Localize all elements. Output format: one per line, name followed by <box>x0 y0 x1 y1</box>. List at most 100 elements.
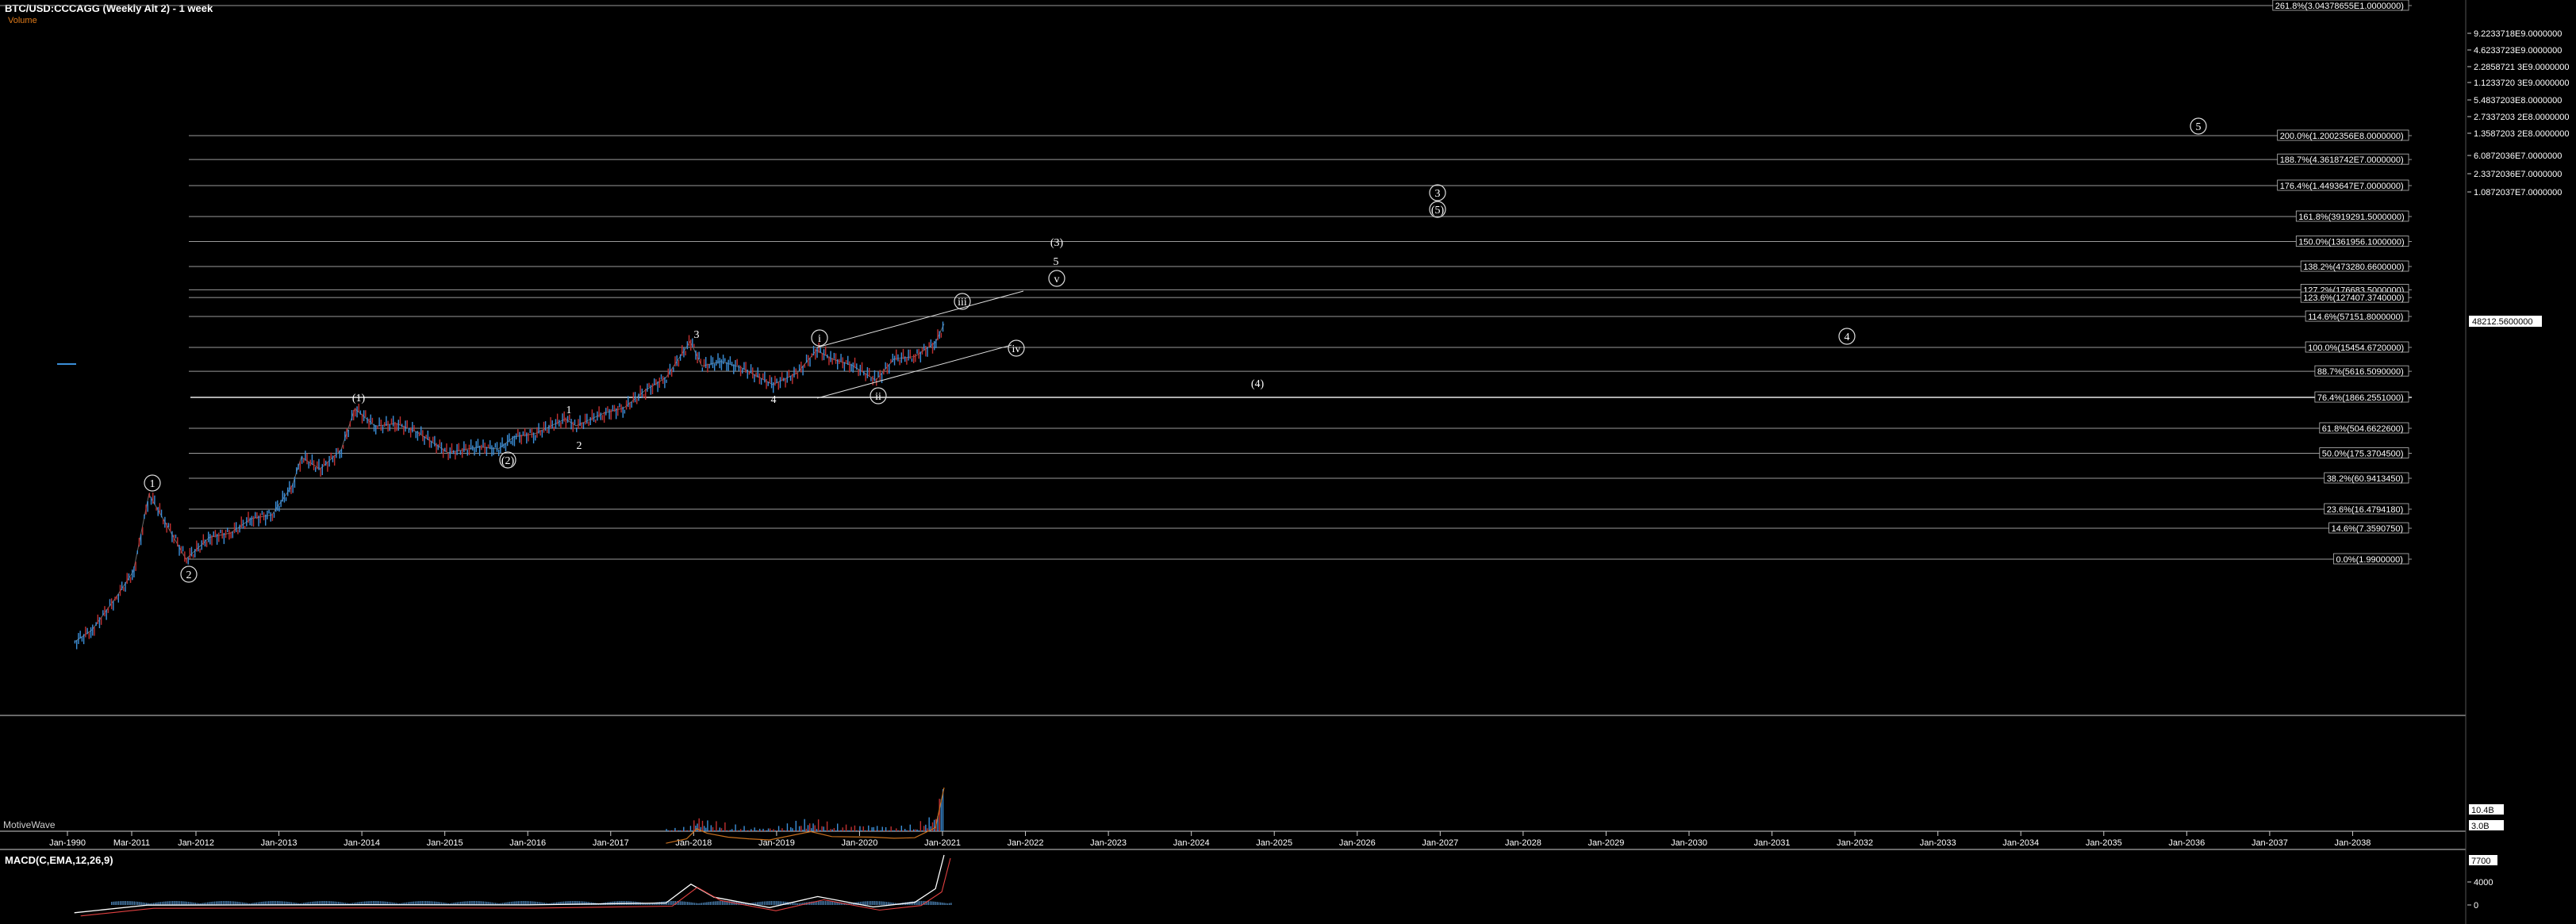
price-candle <box>239 524 240 533</box>
channel-line-upper <box>816 290 1024 348</box>
x-tick-label: Jan-2029 <box>1588 838 1625 848</box>
price-candle <box>387 420 389 432</box>
price-candle <box>430 440 432 448</box>
fib-label: 114.6%(57151.8000000) <box>2308 312 2403 322</box>
macd-histogram-bar <box>161 901 163 905</box>
macd-histogram-bar <box>793 903 795 905</box>
price-candle <box>447 453 449 461</box>
volume-bar <box>817 819 820 831</box>
volume-bar <box>833 828 835 831</box>
price-candle <box>437 444 439 450</box>
price-candle <box>657 381 658 393</box>
macd-histogram-bar <box>125 901 126 905</box>
price-candle <box>78 633 79 645</box>
x-tick-label: Jan-2034 <box>2002 838 2039 848</box>
price-candle <box>572 421 574 432</box>
fib-label: 14.6%(7.3590750) <box>2332 524 2404 534</box>
macd-histogram-bar <box>221 901 222 905</box>
volume-bar <box>748 830 751 831</box>
x-tick-label: Jan-2015 <box>427 838 463 848</box>
price-candle <box>213 531 214 537</box>
price-candle <box>695 350 697 360</box>
volume-bar <box>766 830 768 831</box>
price-candle <box>138 538 140 547</box>
macd-histogram-bar <box>163 901 165 905</box>
price-candle <box>588 421 589 427</box>
volume-bar <box>678 830 679 831</box>
macd-histogram-bar <box>720 901 722 905</box>
macd-histogram-bar <box>233 901 235 905</box>
price-candle <box>543 421 545 433</box>
price-candle <box>928 342 930 347</box>
price-candle <box>535 435 536 441</box>
macd-histogram-bar <box>779 901 781 905</box>
chart-canvas[interactable]: 261.8%(3.04378655E1.0000000) 200.0%(1.200… <box>0 0 2576 924</box>
price-candle <box>265 514 267 526</box>
price-candle <box>121 581 123 590</box>
price-candle <box>786 371 788 383</box>
y-tick-label: 2.7337203 2E8.0000000 <box>2474 113 2570 122</box>
x-tick-label: Jan-2030 <box>1671 838 1707 848</box>
macd-histogram-bar <box>879 901 881 905</box>
price-candle <box>95 622 97 626</box>
volume-bar <box>831 829 833 831</box>
price-candle <box>795 368 797 374</box>
price-candle <box>686 341 689 350</box>
volume-bar <box>798 826 800 831</box>
macd-histogram-bar <box>187 902 190 905</box>
price-candle <box>674 356 676 366</box>
wave-label: iv <box>1012 343 1021 355</box>
price-candle <box>764 371 766 383</box>
price-candle <box>472 445 474 451</box>
price-candle <box>394 421 396 432</box>
price-candle <box>466 450 468 456</box>
macd-histogram-bar <box>140 902 142 905</box>
macd-histogram-bar <box>681 901 683 905</box>
price-candle <box>605 408 607 416</box>
price-candle <box>422 430 424 442</box>
macd-histogram-bar <box>828 901 830 905</box>
price-candle <box>774 375 776 386</box>
price-candle <box>720 359 723 370</box>
price-candle <box>92 624 94 636</box>
volume-bar <box>871 827 873 831</box>
volume-bar <box>821 826 823 831</box>
price-candle <box>773 381 774 393</box>
price-candle <box>519 431 520 443</box>
volume-bar <box>805 828 808 831</box>
y-tick-label: 5.4837203E8.0000000 <box>2474 96 2562 105</box>
macd-histogram-bar <box>120 901 121 905</box>
fib-label: 0.0%(1.9900000) <box>2336 555 2403 565</box>
price-candle <box>444 447 446 452</box>
wave-label: 2 <box>186 569 192 581</box>
wave-label: ii <box>875 391 881 403</box>
price-candle <box>240 516 242 528</box>
volume-bar <box>773 829 774 831</box>
volume-bar <box>862 826 864 831</box>
volume-bar <box>883 830 885 831</box>
price-candle <box>296 467 298 474</box>
price-candle <box>365 410 367 417</box>
macd-histogram-bar <box>671 901 673 905</box>
price-candle <box>196 540 198 552</box>
volume-bar <box>758 828 761 831</box>
macd-histogram-bar <box>687 902 689 905</box>
volume-bar <box>736 830 738 831</box>
wave-label: 4 <box>1845 332 1850 343</box>
price-candle <box>551 420 553 429</box>
price-candle <box>268 509 270 514</box>
y-tick-label: 2.3372036E7.0000000 <box>2474 170 2562 179</box>
macd-histogram-bar <box>722 901 724 905</box>
price-candle <box>667 368 669 378</box>
x-tick-label: Jan-2028 <box>1505 838 1541 848</box>
macd-histogram-bar <box>868 901 870 905</box>
volume-bar <box>742 830 743 831</box>
price-candle <box>259 513 261 523</box>
price-candle <box>425 435 427 439</box>
volume-bar <box>745 830 747 831</box>
price-candle <box>282 490 283 502</box>
price-candle <box>199 548 201 553</box>
price-candle <box>541 430 543 438</box>
price-candle <box>539 430 541 436</box>
macd-histogram-bar <box>620 901 622 905</box>
